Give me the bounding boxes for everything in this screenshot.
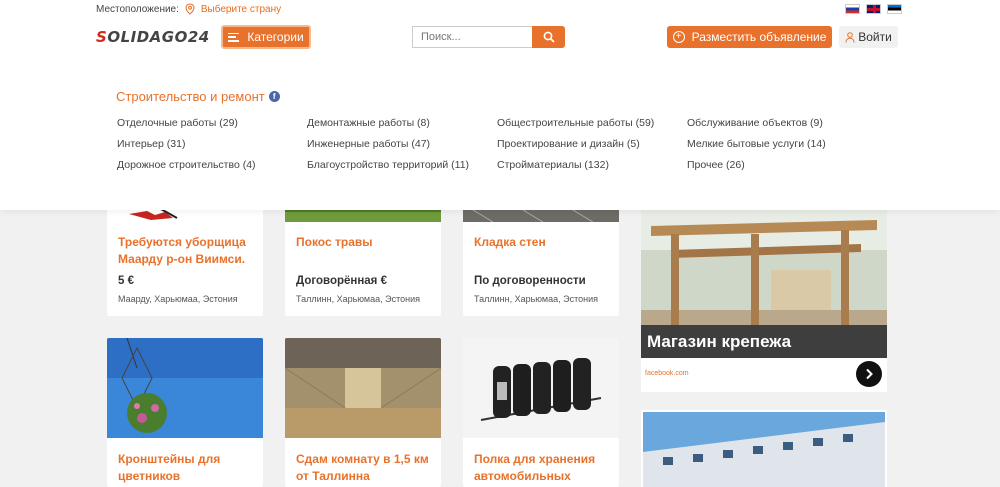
section-title-text: Строительство и ремонт xyxy=(116,89,265,104)
listing-location: Таллинн, Харьюмаа, Эстония xyxy=(474,294,598,304)
category-link[interactable]: Дорожное строительство (4) xyxy=(117,158,307,172)
category-link[interactable]: Отделочные работы (29) xyxy=(117,116,307,130)
russian-flag-icon[interactable] xyxy=(845,4,860,14)
post-ad-button[interactable]: + Разместить объявление xyxy=(667,26,832,48)
category-link[interactable]: Инженерные работы (47) xyxy=(307,137,497,151)
listing-location: Таллинн, Харьюмаа, Эстония xyxy=(296,294,420,304)
banner-image xyxy=(643,412,885,487)
facebook-icon[interactable]: f xyxy=(268,91,280,102)
estonian-flag-icon[interactable] xyxy=(887,4,902,14)
user-icon xyxy=(845,31,855,43)
listing-title[interactable]: Кронштейны для цветников xyxy=(118,451,238,485)
category-link[interactable]: Общестроительные работы (59) xyxy=(497,116,687,130)
listing-price: 5 € xyxy=(118,275,134,287)
site-logo[interactable]: SOLIDAGO24 xyxy=(96,28,210,46)
category-link[interactable]: Стройматериалы (132) xyxy=(497,158,687,172)
listing-image xyxy=(463,338,619,438)
categories-label: Категории xyxy=(247,30,304,44)
chevron-right-icon xyxy=(866,368,873,380)
plus-icon: + xyxy=(672,31,685,43)
location-label: Местоположение: xyxy=(96,3,179,15)
listing-image xyxy=(107,338,263,438)
section-title[interactable]: Строительство и ремонт f xyxy=(116,89,280,104)
listing-image xyxy=(285,338,441,438)
post-ad-label: Разместить объявление xyxy=(691,30,827,44)
listing-title[interactable]: Сдам комнату в 1,5 км от Таллинна xyxy=(296,451,436,485)
banner-next-button[interactable] xyxy=(856,361,882,387)
categories-button[interactable]: Категории xyxy=(221,25,311,49)
header: Местоположение: Выберите страну SOLIDAGO… xyxy=(0,0,1000,210)
location-selector[interactable]: Местоположение: Выберите страну xyxy=(96,3,281,15)
location-pin-icon xyxy=(185,3,195,15)
category-link[interactable]: Обслуживание объектов (9) xyxy=(687,116,877,130)
category-link[interactable]: Демонтажные работы (8) xyxy=(307,116,497,130)
language-switcher xyxy=(845,4,902,14)
login-button[interactable]: Войти xyxy=(839,26,898,48)
category-link[interactable]: Интерьер (31) xyxy=(117,137,307,151)
search-icon xyxy=(543,31,555,43)
category-link[interactable]: Прочее (26) xyxy=(687,158,877,172)
listing-location: Маарду, Харьюмаа, Эстония xyxy=(118,294,238,304)
listing-title[interactable]: Полка для хранения автомобильных xyxy=(474,451,604,485)
login-label: Войти xyxy=(858,30,892,44)
ad-banner[interactable]: Магазин крепежа facebook.com xyxy=(641,190,887,392)
category-link[interactable]: Проектирование и дизайн (5) xyxy=(497,137,687,151)
listing-card[interactable]: Кронштейны для цветников xyxy=(107,338,263,487)
listing-card[interactable]: Полка для хранения автомобильных xyxy=(463,338,619,487)
listing-price: Договорённая € xyxy=(296,275,387,287)
category-list: Отделочные работы (29) Демонтажные работ… xyxy=(117,116,877,172)
country-select[interactable]: Выберите страну xyxy=(201,4,281,15)
category-link[interactable]: Мелкие бытовые услуги (14) xyxy=(687,137,877,151)
listing-card[interactable]: Сдам комнату в 1,5 км от Таллинна xyxy=(285,338,441,487)
search-button[interactable] xyxy=(532,26,565,48)
category-link[interactable]: Благоустройство территорий (11) xyxy=(307,158,497,172)
listing-price: По договоренности xyxy=(474,275,586,287)
listing-title[interactable]: Требуются уборщица Маарду р-он Виимси. xyxy=(118,234,258,268)
banner-title: Магазин крепежа xyxy=(647,332,792,351)
search-input[interactable] xyxy=(412,26,533,48)
banner-source[interactable]: facebook.com xyxy=(645,370,689,377)
menu-icon xyxy=(228,32,240,42)
listing-title[interactable]: Кладка стен xyxy=(474,234,614,251)
ad-banner[interactable] xyxy=(641,410,887,487)
listing-title[interactable]: Покос травы xyxy=(296,234,436,251)
english-flag-icon[interactable] xyxy=(866,4,881,14)
